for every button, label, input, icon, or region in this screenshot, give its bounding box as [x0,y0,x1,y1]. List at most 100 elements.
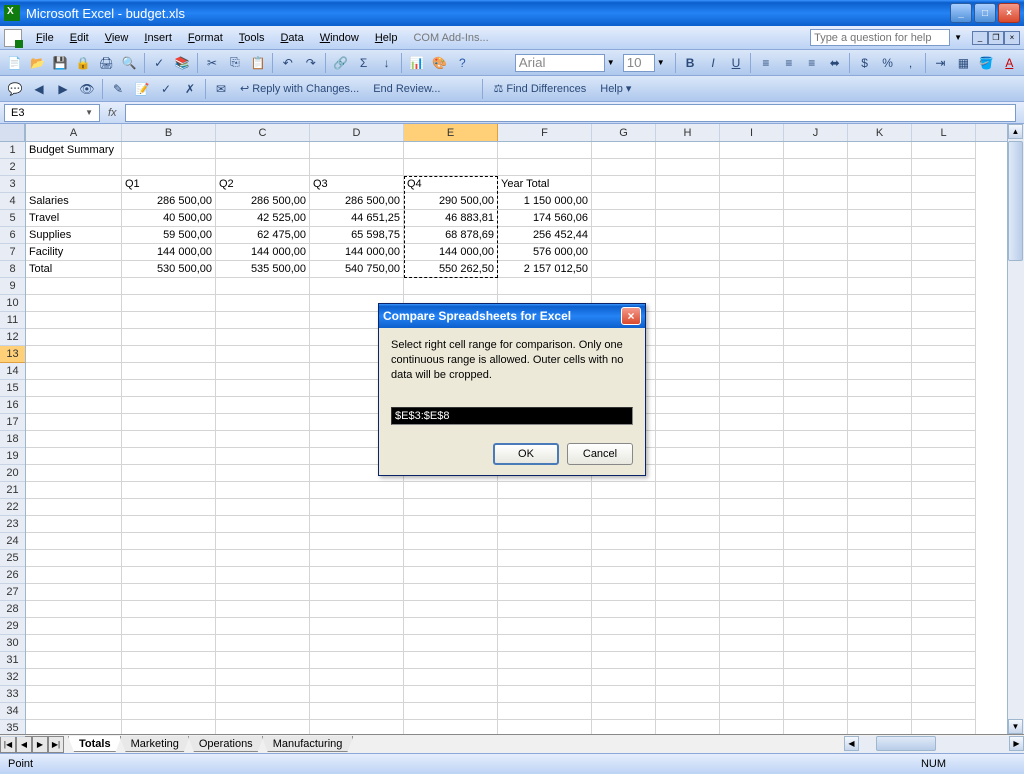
cell[interactable] [26,397,122,414]
minimize-button[interactable]: _ [950,3,972,23]
cell[interactable] [656,584,720,601]
cell[interactable] [912,227,976,244]
cell[interactable]: 2 157 012,50 [498,261,592,278]
cell[interactable] [26,618,122,635]
cell[interactable] [122,618,216,635]
percent-button[interactable]: % [877,52,898,74]
cell[interactable] [216,669,310,686]
cell[interactable] [912,618,976,635]
cell[interactable] [656,635,720,652]
cell[interactable] [720,703,784,720]
cell[interactable] [592,635,656,652]
cell[interactable] [404,720,498,734]
cell[interactable] [720,567,784,584]
cell[interactable] [656,176,720,193]
cell[interactable] [720,482,784,499]
cell[interactable] [592,720,656,734]
cell[interactable] [656,431,720,448]
cell[interactable] [216,346,310,363]
row-header[interactable]: 12 [0,329,25,346]
cell[interactable] [26,516,122,533]
cell[interactable] [592,227,656,244]
cell[interactable] [216,652,310,669]
cell[interactable] [720,346,784,363]
cell[interactable]: 540 750,00 [310,261,404,278]
dialog-titlebar[interactable]: Compare Spreadsheets for Excel × [379,304,645,328]
cell[interactable]: 535 500,00 [216,261,310,278]
column-header[interactable]: E [404,124,498,141]
cell[interactable] [122,516,216,533]
autosum-button[interactable]: Σ [353,52,374,74]
menu-view[interactable]: View [97,30,137,46]
cell[interactable] [912,703,976,720]
cell[interactable] [848,261,912,278]
fx-icon[interactable]: fx [108,107,117,119]
redo-button[interactable]: ↷ [300,52,321,74]
cell[interactable] [498,601,592,618]
cell[interactable] [720,720,784,734]
cell[interactable] [310,584,404,601]
cell[interactable] [784,159,848,176]
cell[interactable] [784,346,848,363]
cell[interactable] [592,601,656,618]
help-dropdown-icon[interactable]: ▼ [954,33,962,42]
horizontal-scrollbar[interactable]: ◀ ▶ [844,736,1024,753]
cell[interactable] [310,533,404,550]
cell[interactable] [216,584,310,601]
cell[interactable] [592,142,656,159]
ok-button[interactable]: OK [493,443,559,465]
cell[interactable] [784,584,848,601]
cell[interactable] [912,176,976,193]
cell[interactable] [720,329,784,346]
cell[interactable] [26,720,122,734]
cell[interactable] [404,278,498,295]
cell[interactable] [26,176,122,193]
cell[interactable]: 174 560,06 [498,210,592,227]
cell[interactable] [26,448,122,465]
track-button[interactable]: 📝 [131,78,153,100]
column-header[interactable]: J [784,124,848,141]
cell[interactable] [592,176,656,193]
cell[interactable] [912,278,976,295]
research-button[interactable]: 📚 [172,52,193,74]
ink-button[interactable]: ✎ [107,78,129,100]
cell[interactable] [122,652,216,669]
workbook-icon[interactable] [4,29,22,47]
cell[interactable] [912,465,976,482]
column-header[interactable]: F [498,124,592,141]
cell[interactable] [26,346,122,363]
cell[interactable] [592,703,656,720]
cell[interactable] [216,618,310,635]
cell[interactable] [912,516,976,533]
cell[interactable] [592,159,656,176]
cell[interactable] [122,448,216,465]
cell[interactable] [848,346,912,363]
find-differences-button[interactable]: ⚖ Find Differences [487,80,592,97]
cell[interactable] [404,601,498,618]
cell[interactable] [848,618,912,635]
cell[interactable] [848,295,912,312]
column-header[interactable]: H [656,124,720,141]
cell[interactable] [784,363,848,380]
cell[interactable] [216,516,310,533]
cell[interactable] [720,516,784,533]
cell[interactable] [848,465,912,482]
help-search-input[interactable] [810,29,950,46]
column-header[interactable]: L [912,124,976,141]
cell[interactable] [122,499,216,516]
borders-button[interactable]: ▦ [953,52,974,74]
cell[interactable] [720,295,784,312]
cell[interactable]: 65 598,75 [310,227,404,244]
row-header[interactable]: 7 [0,244,25,261]
font-size-select[interactable] [623,54,655,72]
cell[interactable] [498,686,592,703]
cell[interactable] [656,533,720,550]
row-header[interactable]: 29 [0,618,25,635]
cell[interactable] [720,363,784,380]
cell[interactable]: 1 150 000,00 [498,193,592,210]
cell[interactable] [720,499,784,516]
cell[interactable] [404,533,498,550]
row-header[interactable]: 10 [0,295,25,312]
cell[interactable] [912,261,976,278]
fill-color-button[interactable]: 🪣 [976,52,997,74]
